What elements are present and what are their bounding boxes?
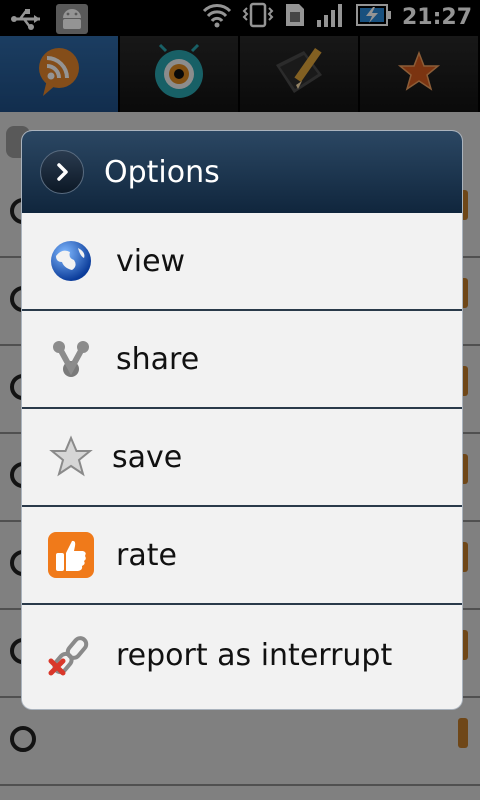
menu-item-report-interrupt[interactable]: report as interrupt xyxy=(22,605,462,705)
broken-chain-icon xyxy=(46,630,96,680)
menu-item-label: share xyxy=(116,341,200,377)
menu-item-rate[interactable]: rate xyxy=(22,507,462,605)
menu-item-share[interactable]: share xyxy=(22,311,462,409)
menu-item-view[interactable]: view xyxy=(22,213,462,311)
share-network-icon xyxy=(46,334,96,384)
menu-item-label: view xyxy=(116,243,186,279)
dialog-title: Options xyxy=(104,154,220,190)
star-outline-icon xyxy=(46,432,96,482)
chevron-right-icon xyxy=(40,150,84,194)
globe-icon xyxy=(46,236,96,286)
dialog-header: Options xyxy=(22,131,462,213)
menu-item-label: save xyxy=(112,439,183,475)
menu-item-label: rate xyxy=(116,537,177,573)
thumbs-up-icon xyxy=(46,530,96,580)
menu-item-save[interactable]: save xyxy=(22,409,462,507)
options-dialog: Options view share save rate report as i… xyxy=(22,131,462,709)
menu-item-label: report as interrupt xyxy=(116,637,393,673)
